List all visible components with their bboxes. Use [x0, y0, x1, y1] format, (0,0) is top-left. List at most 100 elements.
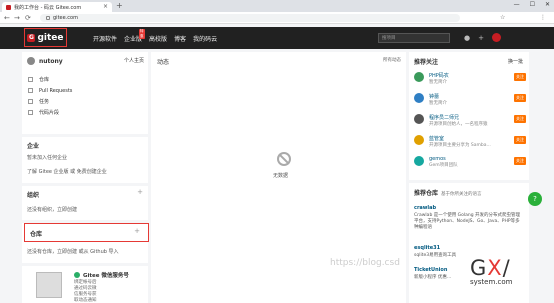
add-organization-icon[interactable]: + [137, 188, 143, 196]
organization-title: 组织 [27, 192, 40, 199]
browser-menu-icon[interactable]: ⋮ [540, 14, 546, 21]
nav-my-gitee[interactable]: 我的码云 [193, 34, 217, 43]
follow-button[interactable]: 关注 [514, 157, 526, 165]
user-card: nutony 个人主页 仓库 Pull Requests 任务 代码片段 [22, 52, 148, 134]
address-bar-row: ← → ⟳ gitee.com ☆ ⋮ [0, 12, 554, 24]
browser-tab-bar: 我的工作台 - 码云 Gitee.com × + — ☐ ✕ [0, 0, 554, 12]
recommended-users-card: 推荐关注 换一批 PHP码农 暂无简介 关注 钟蕾 暂无简介 关注 程序员二师兄… [409, 52, 529, 180]
recommended-users-title: 推荐关注 [414, 59, 439, 66]
user-menu-label: 任务 [39, 99, 50, 105]
tab-title: 我的工作台 - 码云 Gitee.com [14, 4, 82, 11]
add-icon[interactable]: + [478, 34, 484, 42]
user-menu-label: Pull Requests [39, 87, 73, 94]
user-head: nutony [27, 57, 63, 65]
organization-empty-text[interactable]: 还没有组织，立即创建 [27, 206, 77, 213]
user-menu-pull-requests[interactable]: Pull Requests [28, 85, 72, 96]
back-arrow-icon[interactable]: ← [4, 14, 10, 22]
repo-icon [28, 77, 33, 82]
user-menu-label: 代码片段 [39, 110, 60, 116]
search-input[interactable]: 搜项目 [378, 33, 450, 43]
recommended-user-name[interactable]: 程序员二师兄 [429, 114, 488, 121]
nav-blog[interactable]: 博客 [174, 34, 186, 43]
bookmark-star-icon[interactable]: ☆ [500, 14, 505, 21]
recommended-user: 程序员二师兄 开源项目创始人，一名程序猿 关注 [414, 114, 526, 127]
personal-home-link[interactable]: 个人主页 [124, 57, 144, 64]
avatar[interactable] [414, 93, 424, 103]
activity-title: 动态 [157, 59, 170, 66]
recommended-user: PHP码农 暂无简介 关注 [414, 72, 526, 85]
follow-button[interactable]: 关注 [514, 94, 526, 102]
recommended-user-desc: 暂无简介 [429, 80, 447, 85]
recommended-repo-name[interactable]: crawlab [414, 205, 436, 211]
nav-education[interactable]: 高校版 [149, 34, 167, 43]
help-floating-button[interactable]: ? [528, 192, 542, 206]
recommended-user: gemos Gem项目团队 关注 [414, 156, 526, 168]
recommended-repo-name[interactable]: TicketUnion [414, 267, 447, 273]
recommended-repos-title-text: 推荐仓库 [414, 190, 439, 197]
gxi-watermark-logo: GX/ system.com [470, 256, 552, 300]
follow-button[interactable]: 关注 [514, 73, 526, 81]
recommended-user-name[interactable]: 钟蕾 [429, 93, 447, 100]
user-menu-issues[interactable]: 任务 [28, 96, 72, 107]
refresh-recommendations-button[interactable]: 换一批 [508, 58, 523, 65]
wechat-icon [74, 272, 80, 278]
gitee-logo-text: gitee [37, 32, 64, 43]
enterprise-promo-link[interactable]: 了解 Gitee 企业版 或 免费创建企业 [27, 168, 107, 175]
close-window-button[interactable]: ✕ [545, 1, 550, 8]
avatar[interactable] [414, 156, 424, 166]
repository-highlight-box [24, 223, 149, 242]
wechat-line: 取动态通知 [74, 298, 97, 303]
recommended-user-desc: 开源项目创始人，一名程序猿 [429, 122, 488, 127]
avatar[interactable] [27, 57, 35, 65]
gxi-letter: X [487, 256, 503, 280]
notification-bell-icon[interactable]: ● [464, 34, 470, 42]
username[interactable]: nutony [39, 58, 63, 65]
close-tab-icon[interactable]: × [103, 3, 108, 10]
snippet-icon [28, 110, 33, 115]
user-menu-snippets[interactable]: 代码片段 [28, 107, 72, 118]
avatar[interactable] [414, 114, 424, 124]
activity-filter-dropdown[interactable]: 所有动态 [383, 57, 401, 63]
hot-badge: 特惠 [139, 29, 145, 39]
recommended-user-name[interactable]: 蓝管室 [429, 135, 491, 142]
browser-tab[interactable]: 我的工作台 - 码云 Gitee.com × [2, 2, 112, 12]
follow-button[interactable]: 关注 [514, 115, 526, 123]
wechat-qr-code [36, 272, 62, 298]
user-menu-repos[interactable]: 仓库 [28, 74, 72, 85]
follow-button[interactable]: 关注 [514, 136, 526, 144]
user-menu: 仓库 Pull Requests 任务 代码片段 [28, 74, 72, 118]
repository-empty-text[interactable]: 还没有仓库，立即创建 或从 Github 导入 [27, 248, 119, 255]
avatar[interactable] [414, 135, 424, 145]
gitee-favicon-icon [6, 4, 11, 10]
url-input[interactable]: gitee.com [40, 14, 460, 22]
forward-arrow-icon[interactable]: → [14, 14, 20, 22]
recommended-repos-subtitle: 基于你所关注的语言 [441, 192, 482, 197]
reload-icon[interactable]: ⟳ [25, 14, 31, 22]
nav-open-source[interactable]: 开源软件 [93, 34, 117, 43]
gxi-logo-text: GX/ [470, 256, 552, 280]
no-data-icon [277, 152, 291, 166]
recommended-repo-name[interactable]: esqlite31 [414, 245, 440, 251]
gitee-logo[interactable]: G gitee [24, 28, 67, 47]
maximize-button[interactable]: ☐ [530, 1, 535, 8]
user-avatar[interactable] [491, 33, 501, 42]
recommended-user-name[interactable]: PHP码农 [429, 72, 449, 79]
avatar[interactable] [414, 72, 424, 82]
new-tab-button[interactable]: + [116, 1, 123, 10]
recommended-user: 蓝管室 开源项目主要分享为 Samba... 关注 [414, 135, 526, 148]
url-text: gitee.com [53, 15, 78, 21]
lock-icon [46, 16, 50, 20]
blog-watermark: https://blog.csd [330, 258, 400, 268]
no-data-text: 无数据 [273, 173, 289, 179]
wechat-title-text: Gitee 微信服务号 [83, 273, 129, 279]
window-controls: — ☐ ✕ [514, 1, 550, 8]
organization-card: 组织 + 还没有组织，立即创建 [22, 186, 148, 220]
recommended-user-desc: Gem项目团队 [429, 163, 458, 168]
user-menu-label: 仓库 [39, 77, 50, 83]
minimize-button[interactable]: — [514, 1, 520, 8]
recommended-user: 钟蕾 暂无简介 关注 [414, 93, 526, 106]
recommended-user-desc: 开源项目主要分享为 Samba... [429, 143, 491, 148]
nav-enterprise[interactable]: 企业版 特惠 [124, 29, 145, 43]
wechat-card: Gitee 微信服务号 绑定帐号后 通过码云微 信服务号获 取动态通知 [22, 266, 148, 303]
gxi-letter: G [470, 256, 488, 280]
